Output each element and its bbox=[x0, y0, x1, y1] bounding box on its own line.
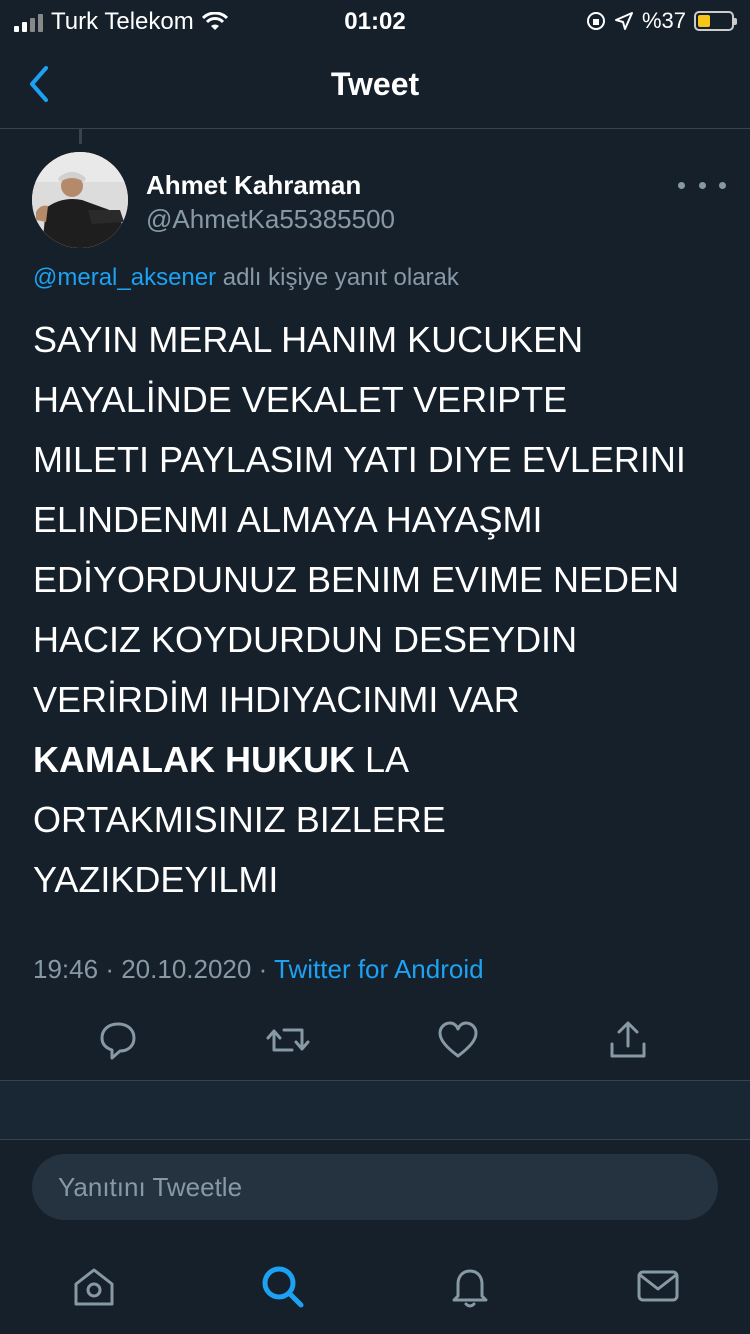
tweet-date: 20.10.2020 bbox=[121, 954, 252, 984]
tweet-line: SAYIN MERAL HANIM KUCUKEN bbox=[33, 319, 584, 360]
home-icon bbox=[74, 1268, 114, 1306]
status-right: %37 bbox=[586, 8, 737, 34]
tweet-meta: 19:46 · 20.10.2020 · Twitter for Android bbox=[33, 954, 484, 985]
dot-icon bbox=[698, 181, 706, 189]
avatar-photo bbox=[32, 152, 128, 248]
tweet-line: MILETI PAYLASIM YATI DIYE EVLERINI bbox=[33, 439, 686, 480]
tweet-actions bbox=[0, 1010, 750, 1070]
tweet-text: SAYIN MERAL HANIM KUCUKEN HAYALİNDE VEKA… bbox=[33, 310, 723, 910]
tab-notifications[interactable] bbox=[446, 1262, 494, 1310]
share-button[interactable] bbox=[606, 1018, 650, 1062]
bold-text: KAMALAK HUKUK bbox=[33, 739, 355, 780]
tweet-line: HAYALİNDE VEKALET VERIPTE bbox=[33, 379, 568, 420]
like-button[interactable] bbox=[436, 1018, 480, 1062]
page-title: Tweet bbox=[330, 66, 420, 102]
tab-home[interactable] bbox=[70, 1262, 118, 1310]
thread-line bbox=[79, 128, 82, 144]
nav-bar: Tweet bbox=[0, 40, 750, 129]
more-options-button[interactable] bbox=[678, 170, 726, 200]
dot-icon bbox=[719, 181, 726, 189]
status-bar: Turk Telekom 01:02 %37 bbox=[0, 0, 750, 40]
tweet-line: HACIZ KOYDURDUN DESEYDIN bbox=[33, 619, 578, 660]
composer-placeholder: Yanıtını Tweetle bbox=[58, 1172, 243, 1202]
tweet-line: ELINDENMI ALMAYA HAYAŞMI bbox=[33, 499, 543, 540]
tweet-line: ORTAKMISINIZ BIZLERE bbox=[33, 799, 446, 840]
author-handle[interactable]: @AhmetKa55385500 bbox=[146, 204, 395, 235]
tweet-line: YAZIKDEYILMI bbox=[33, 859, 279, 900]
meta-separator: · bbox=[105, 954, 114, 984]
section-divider bbox=[0, 1080, 750, 1140]
battery-fill bbox=[698, 15, 710, 27]
retweet-button[interactable] bbox=[266, 1018, 310, 1062]
reply-button[interactable] bbox=[96, 1018, 140, 1062]
search-icon bbox=[262, 1266, 304, 1308]
tweet-time: 19:46 bbox=[33, 954, 99, 984]
battery-percent: %37 bbox=[641, 8, 686, 33]
tweet-source-link[interactable]: Twitter for Android bbox=[274, 954, 484, 984]
after-bold-text: LA bbox=[354, 739, 410, 780]
meta-separator: · bbox=[258, 954, 268, 984]
tab-search[interactable] bbox=[258, 1262, 306, 1310]
location-icon bbox=[614, 12, 633, 30]
tweet-line-bold: KAMALAK HUKUK LA bbox=[33, 730, 723, 790]
messages-icon bbox=[637, 1270, 679, 1302]
dot-icon bbox=[678, 181, 685, 189]
reply-icon bbox=[100, 1022, 136, 1060]
reply-suffix: adlı kişiye yanıt olarak bbox=[222, 264, 459, 291]
share-icon bbox=[610, 1021, 646, 1058]
tweet-line: EDİYORDUNUZ BENIM EVIME NEDEN bbox=[33, 559, 680, 600]
avatar[interactable] bbox=[32, 152, 128, 248]
tab-bar bbox=[0, 1244, 750, 1334]
tweet-line: VERİRDİM IHDIYACINMI VAR bbox=[33, 679, 520, 720]
author-name[interactable]: Ahmet Kahraman bbox=[146, 170, 361, 201]
reply-composer-input[interactable]: Yanıtını Tweetle bbox=[32, 1154, 718, 1220]
notifications-icon bbox=[452, 1269, 488, 1308]
orientation-lock-icon bbox=[586, 12, 605, 30]
battery-icon bbox=[694, 11, 737, 31]
reply-context: @meral_aksener adlı kişiye yanıt olarak bbox=[33, 264, 459, 292]
like-icon bbox=[438, 1021, 478, 1058]
reply-mention-link[interactable]: @meral_aksener bbox=[33, 264, 216, 291]
tab-messages[interactable] bbox=[634, 1262, 682, 1310]
retweet-icon bbox=[266, 1028, 310, 1052]
